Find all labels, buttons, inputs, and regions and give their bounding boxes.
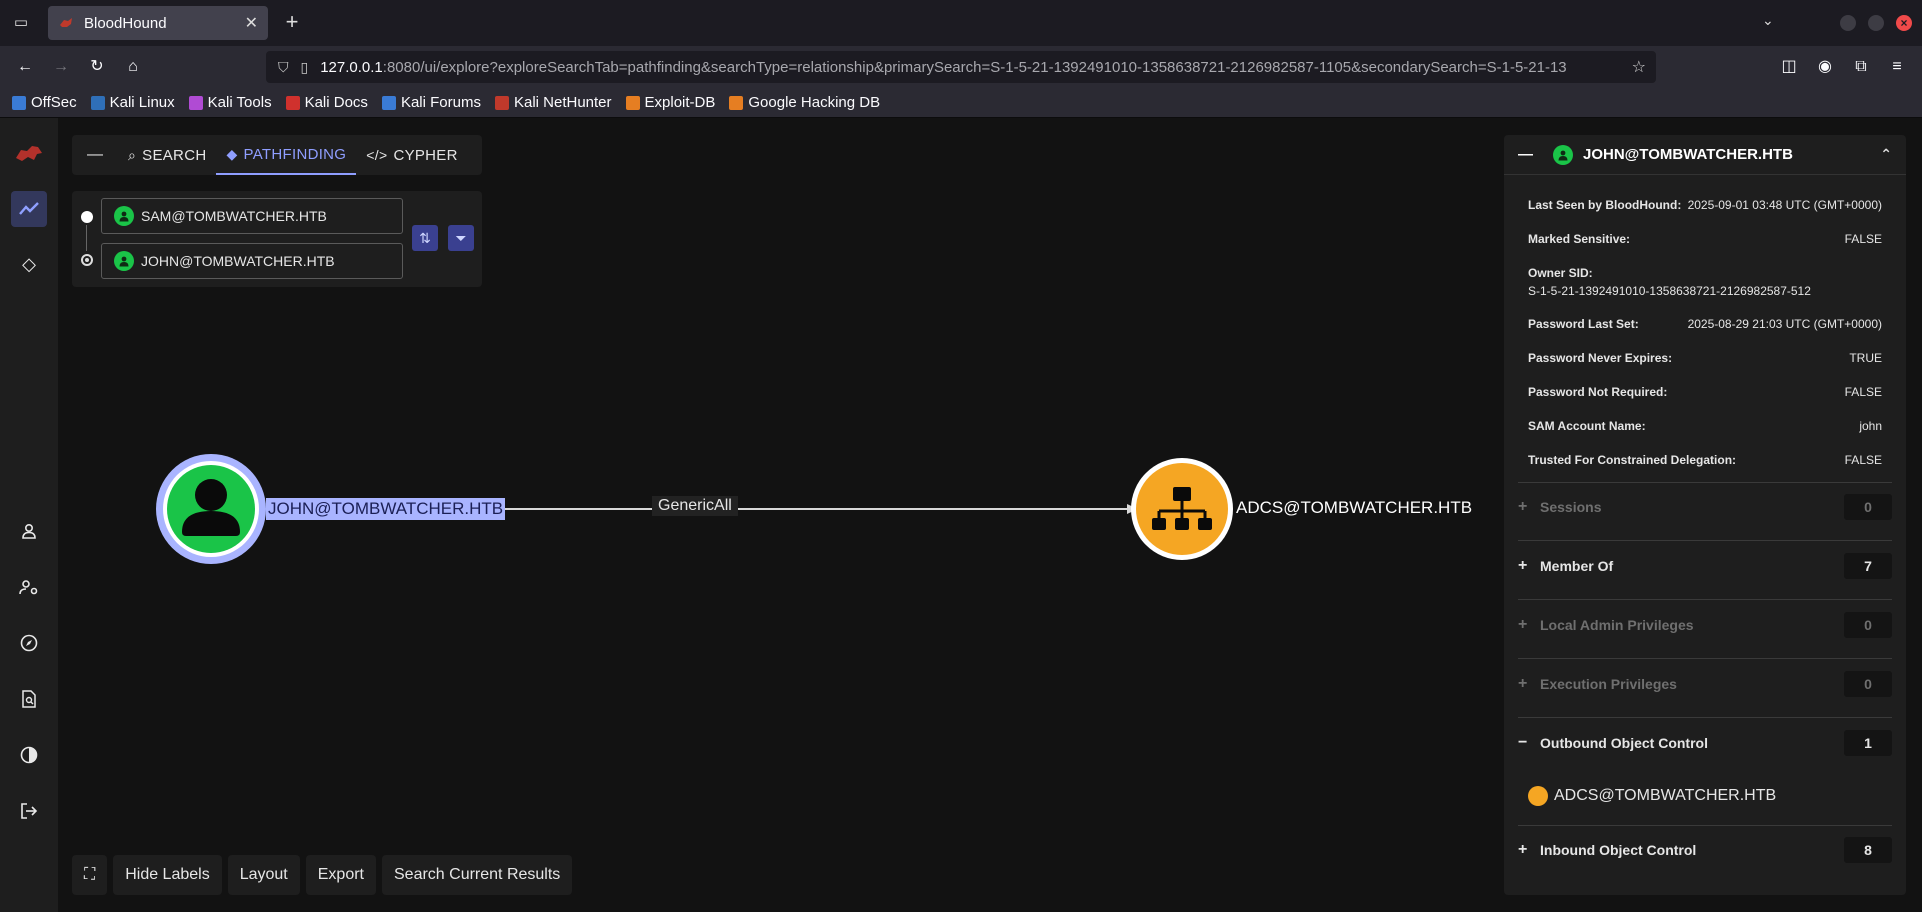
offsec-icon [12,95,26,110]
divider [1518,717,1892,718]
edge-label[interactable]: GenericAll [652,496,738,516]
prop-password-never-expires: Password Never Expires: TRUE [1528,351,1882,365]
chevron-up-icon[interactable]: ⌃ [1880,146,1892,163]
kali-tools-icon [188,95,203,110]
minimize-window-button[interactable] [1840,15,1856,31]
menu-icon[interactable]: ≡ [1886,56,1908,78]
crop-button[interactable]: ⛶ [72,855,108,895]
list-all-tabs-chevron-icon[interactable]: ⌄ [1762,12,1774,29]
john-user-node[interactable] [156,454,266,564]
kali-forums-icon [381,95,396,110]
new-tab-button[interactable]: + [280,10,304,34]
url-host: 127.0.0.1 [320,58,383,76]
browser-navbar: ← → ↻ ⌂ ⛉ ▯ 127.0.0.1 :8080/ui/explore?e… [0,46,1922,88]
bookmark-kali-docs[interactable]: Kali Docs [285,94,368,111]
prop-last-seen: Last Seen by BloodHound: 2025-09-01 03:48… [1528,198,1882,212]
prop-marked-sensitive: Marked Sensitive: FALSE [1528,232,1882,246]
prop-sam-account-name: SAM Account Name: john [1528,419,1882,433]
section-outbound-object-control[interactable]: − Outbound Object Control 1 [1518,729,1892,757]
user-node-icon [1553,144,1573,165]
shield-icon[interactable]: ⛉ [278,59,289,76]
exploit-db-icon [625,95,640,110]
bookmarks-bar: OffSec Kali Linux Kali Tools Kali Docs K… [0,88,1922,118]
prop-owner-sid: Owner SID: S-1-5-21-1392491010-135863872… [1528,266,1811,298]
prop-trusted-delegation: Trusted For Constrained Delegation: FALSE [1528,453,1882,467]
bookmark-kali-forums[interactable]: Kali Forums [381,94,481,111]
user-icon[interactable] [11,513,47,549]
bookmark-exploit-db[interactable]: Exploit-DB [625,94,715,111]
prop-password-not-required: Password Not Required: FALSE [1528,385,1882,399]
search-current-results-button[interactable]: Search Current Results [382,855,573,895]
explore-icon[interactable] [11,191,47,227]
crop-icon: ⛶ [84,866,96,883]
graph-toolbar: ⛶ Hide Labels Layout Export Search Curre… [72,855,578,895]
source-node-label[interactable]: JOHN@TOMBWATCHER.HTB [266,498,506,520]
home-icon[interactable]: ⌂ [122,56,144,78]
divider [1518,482,1892,483]
section-member-of[interactable]: + Member Of 7 [1518,552,1892,580]
bookmark-star-icon[interactable]: ☆ [1632,57,1646,77]
nethunter-icon [494,95,509,110]
url-path: :8080/ui/explore?exploreSearchTab=pathfi… [382,58,1567,76]
extensions-icon[interactable]: ⧉ [1850,56,1872,78]
account-icon[interactable]: ◉ [1814,56,1836,78]
user-settings-icon[interactable] [11,569,47,605]
pocket-icon[interactable]: ◫ [1778,56,1800,78]
entity-panel: — JOHN@TOMBWATCHER.HTB ⌃ Last Seen by Bl… [1504,135,1906,895]
section-local-admin[interactable]: + Local Admin Privileges 0 [1518,611,1892,639]
entity-panel-title: JOHN@TOMBWATCHER.HTB [1583,146,1793,163]
browser-tabbar: ▭ BloodHound ✕ + ⌄ × [0,0,1922,46]
bookmark-kali-linux[interactable]: Kali Linux [90,94,175,111]
export-button[interactable]: Export [305,855,376,895]
kali-dragon-icon [90,95,105,110]
prop-password-last-set: Password Last Set: 2025-08-29 21:03 UTC (… [1528,317,1882,331]
entity-panel-header: — JOHN@TOMBWATCHER.HTB ⌃ [1504,135,1906,175]
forward-icon[interactable]: → [50,56,72,78]
diamond-icon[interactable]: ◇ [11,246,47,282]
close-tab-icon[interactable]: ✕ [245,13,258,33]
bookmark-kali-nethunter[interactable]: Kali NetHunter [494,94,612,111]
section-execution-privileges[interactable]: + Execution Privileges 0 [1518,670,1892,698]
maximize-window-button[interactable] [1868,15,1884,31]
tab-list-icon[interactable]: ▭ [10,12,32,34]
page-info-icon[interactable]: ▯ [301,59,309,76]
bloodhound-favicon-icon [60,18,72,27]
hide-labels-button[interactable]: Hide Labels [113,855,222,895]
left-nav: ◇ [0,118,58,912]
section-sessions[interactable]: + Sessions 0 [1518,493,1892,521]
logout-icon[interactable] [11,793,47,829]
ghdb-icon [729,95,744,110]
collapse-panel-button[interactable]: — [1518,146,1533,163]
outbound-item-adcs[interactable]: ADCS@TOMBWATCHER.HTB [1528,786,1776,806]
reload-icon[interactable]: ↻ [86,56,108,78]
bloodhound-logo-icon[interactable] [11,136,47,172]
divider [1518,825,1892,826]
theme-toggle-icon[interactable] [11,737,47,773]
compass-icon[interactable] [11,625,47,661]
group-node-icon [1528,786,1548,806]
file-search-icon[interactable] [11,681,47,717]
url-bar[interactable]: ⛉ ▯ 127.0.0.1 :8080/ui/explore?exploreSe… [266,51,1656,83]
bookmark-google-hacking-db[interactable]: Google Hacking DB [729,94,880,111]
browser-tab[interactable]: BloodHound ✕ [48,6,268,40]
adcs-group-node[interactable] [1131,458,1233,560]
back-icon[interactable]: ← [14,56,36,78]
bloodhound-app: ◇ — ⌕ SEARCH ◆ PATHFINDING </> CYPHER SA… [0,118,1922,912]
close-window-button[interactable]: × [1896,15,1912,31]
divider [1518,599,1892,600]
bookmark-kali-tools[interactable]: Kali Tools [188,94,272,111]
kali-docs-icon [285,95,300,110]
section-inbound-object-control[interactable]: + Inbound Object Control 8 [1518,836,1892,864]
bookmark-offsec[interactable]: OffSec [12,94,77,111]
layout-button[interactable]: Layout [227,855,300,895]
divider [1518,658,1892,659]
divider [1518,540,1892,541]
tab-title: BloodHound [84,14,167,32]
graph-canvas[interactable]: JOHN@TOMBWATCHER.HTB GenericAll ADCS@TOM… [58,118,1498,912]
target-node-label[interactable]: ADCS@TOMBWATCHER.HTB [1236,498,1472,518]
